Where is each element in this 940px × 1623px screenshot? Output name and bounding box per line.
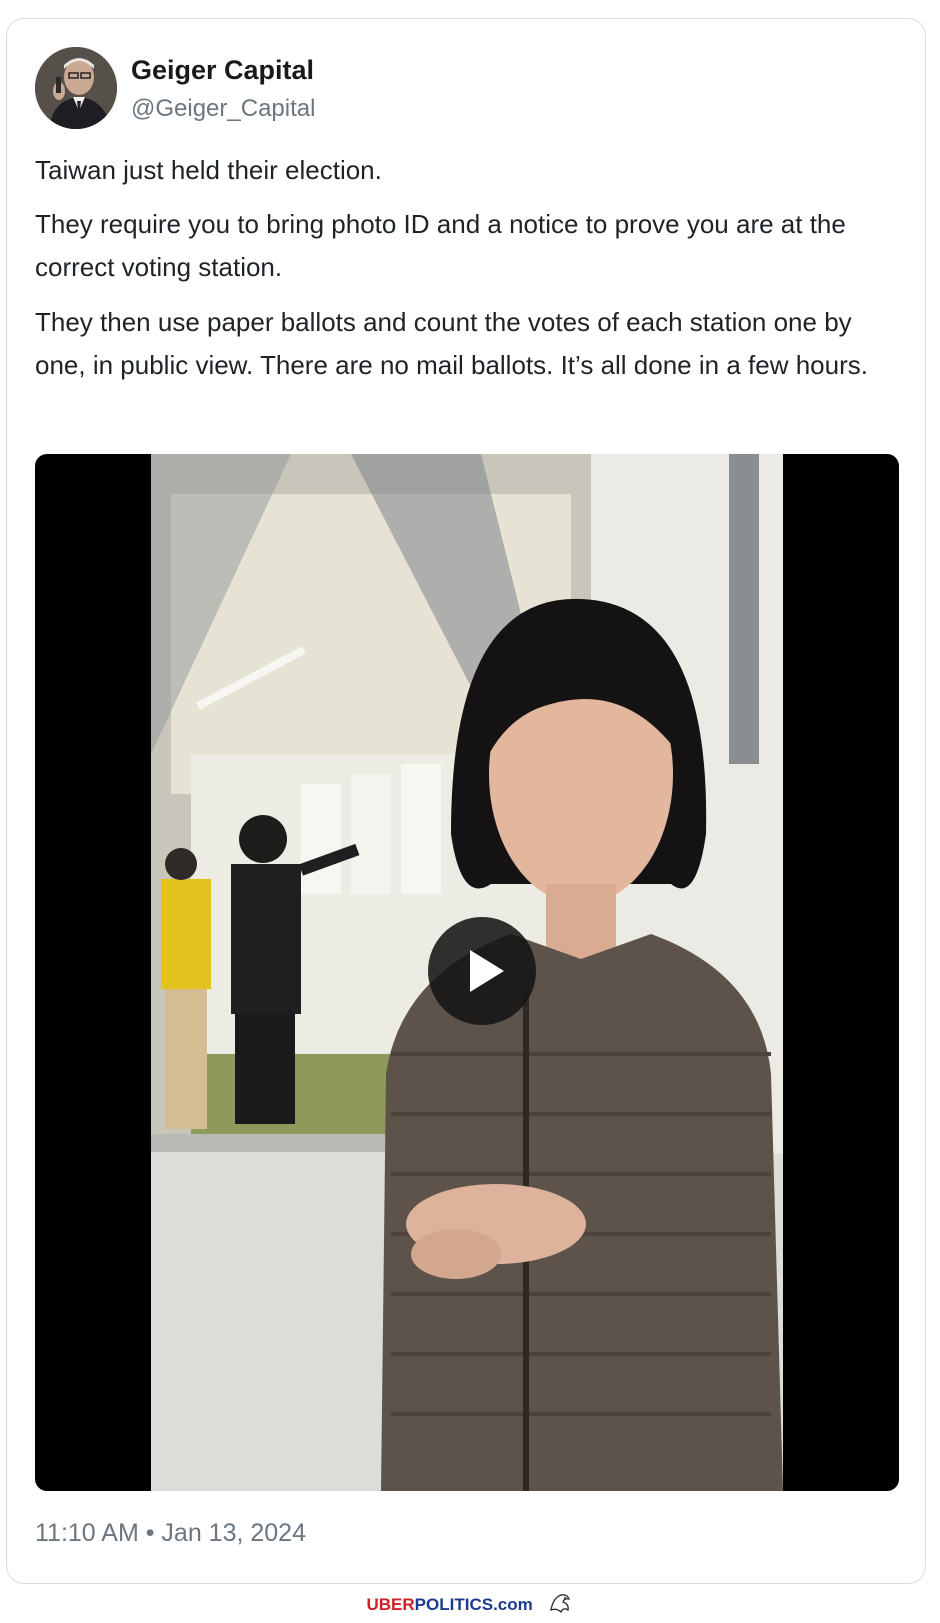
play-button[interactable] xyxy=(428,917,536,1025)
avatar-portrait xyxy=(35,47,117,129)
video-player[interactable] xyxy=(35,454,899,1491)
eagle-icon xyxy=(547,1590,573,1621)
tweet-paragraph-1: Taiwan just held their election. xyxy=(35,155,382,185)
brand-part2: POLITICS.com xyxy=(414,1594,533,1614)
tweet-timestamp[interactable]: 11:10 AM • Jan 13, 2024 xyxy=(35,1519,306,1548)
author-name[interactable]: Geiger Capital xyxy=(131,55,314,86)
tweet-card: Geiger Capital @Geiger_Capital Taiwan ju… xyxy=(6,18,926,1584)
avatar[interactable] xyxy=(35,47,117,129)
author-handle[interactable]: @Geiger_Capital xyxy=(131,95,315,123)
play-icon xyxy=(470,950,504,992)
tweet-paragraph-2: They require you to bring photo ID and a… xyxy=(35,209,846,282)
brand-part1: UBER xyxy=(366,1594,415,1614)
tweet-paragraph-3: They then use paper ballots and count th… xyxy=(35,307,868,380)
site-watermark: UBERPOLITICS.com xyxy=(0,1590,940,1623)
